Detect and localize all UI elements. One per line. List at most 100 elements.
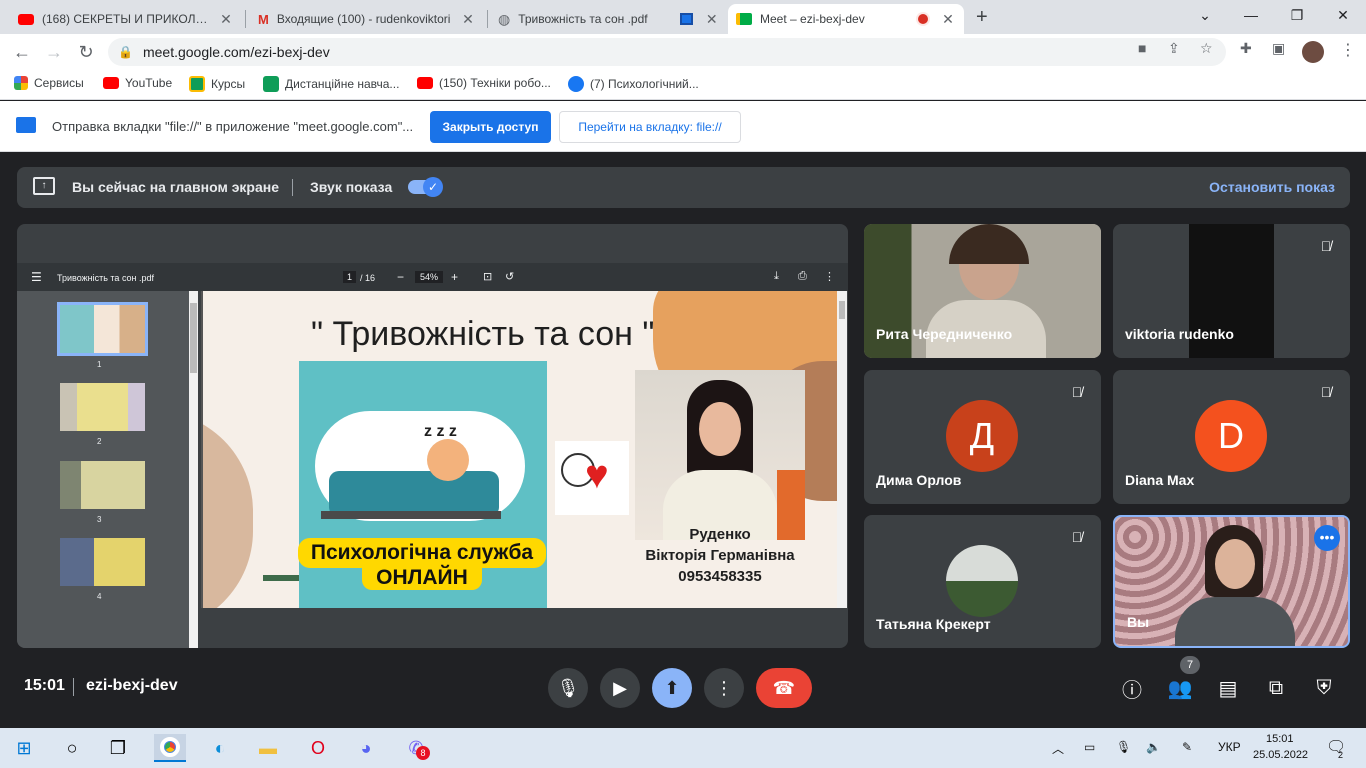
more-icon[interactable]: ⋮	[824, 270, 835, 283]
stop-sharing-button[interactable]: Закрыть доступ	[430, 111, 551, 143]
thumbnail-page[interactable]	[57, 302, 148, 356]
language-indicator[interactable]: УКР	[1218, 740, 1241, 754]
new-tab-button[interactable]: +	[976, 6, 988, 29]
page-scrollbar[interactable]	[837, 291, 847, 608]
camera-icon[interactable]: ■	[1138, 40, 1146, 56]
chat-button[interactable]: ▤	[1210, 670, 1246, 706]
mic-off-icon: 🎙̸	[1071, 529, 1083, 545]
people-button[interactable]: 👥	[1162, 670, 1198, 706]
thumbnail-page[interactable]	[60, 383, 145, 431]
close-window-button[interactable]: ✕	[1320, 0, 1366, 30]
tab-title: Тривожність та сон .pdf	[518, 12, 648, 26]
bookmark-courses[interactable]: Курсы	[189, 76, 245, 92]
menu-icon[interactable]: ☰	[31, 270, 42, 284]
rotate-icon[interactable]: ↺	[505, 270, 514, 283]
close-icon[interactable]: ✕	[940, 11, 956, 28]
participant-tile[interactable]: Рита Чередниченко	[864, 224, 1101, 358]
phone-hangup-icon: ☎	[772, 677, 796, 698]
participant-tile[interactable]: 🎙̸ Татьяна Крекерт	[864, 515, 1101, 648]
bookmark-services[interactable]: Сервисы	[14, 76, 84, 90]
more-options-icon[interactable]: •••	[1314, 525, 1340, 551]
volume-icon[interactable]: 🔈	[1146, 740, 1161, 754]
profile-avatar[interactable]	[1302, 41, 1324, 63]
tab-screen[interactable]: ✕	[672, 4, 726, 34]
file-explorer-icon[interactable]: ▬	[252, 734, 284, 762]
participant-tile-self[interactable]: ••• Вы	[1113, 515, 1350, 648]
forward-button[interactable]: →	[42, 40, 66, 64]
sidepanel-icon[interactable]: ▣	[1272, 40, 1285, 57]
host-controls-button[interactable]: ⛨	[1306, 670, 1342, 706]
activities-button[interactable]: ⧉	[1258, 670, 1294, 706]
fit-page-icon[interactable]: ⊡	[483, 270, 492, 283]
camera-button[interactable]: ▶	[600, 668, 640, 708]
address-bar[interactable]: 🔒 meet.google.com/ezi-bexj-dev	[108, 38, 1226, 66]
stop-presenting-button[interactable]: Остановить показ	[1209, 179, 1335, 195]
close-icon[interactable]: ✕	[218, 11, 234, 28]
share-icon[interactable]: ⇪	[1168, 40, 1180, 57]
reload-button[interactable]: ↻	[74, 40, 98, 64]
chevron-up-icon[interactable]: ︿	[1052, 740, 1064, 757]
opera-icon[interactable]: O	[302, 734, 334, 762]
bookmark-distance[interactable]: Дистанційне навча...	[263, 76, 399, 92]
leave-call-button[interactable]: ☎	[756, 668, 812, 708]
tab-pdf[interactable]: ◍ Тривожність та сон .pdf	[490, 4, 670, 34]
extensions-icon[interactable]: ✚	[1240, 40, 1252, 57]
microphone-button[interactable]: 🎙	[548, 668, 588, 708]
present-button[interactable]: ⬆	[652, 668, 692, 708]
viber-badge: 8	[416, 746, 430, 760]
pen-icon[interactable]: ✎	[1182, 740, 1192, 754]
globe-icon: ◍	[498, 10, 511, 27]
meeting-info-button[interactable]: ⓘ	[1114, 670, 1150, 706]
clock-date[interactable]: 25.05.2022	[1253, 749, 1308, 761]
print-icon[interactable]: ⎙	[798, 270, 807, 283]
close-icon[interactable]: ✕	[460, 11, 476, 28]
check-icon[interactable]: ✓	[423, 177, 443, 197]
thumbnail-page[interactable]	[60, 461, 145, 509]
bookmark-youtube[interactable]: YouTube	[103, 76, 172, 90]
mic-icon[interactable]: 🎙	[1116, 740, 1131, 754]
tab-youtube[interactable]: (168) СЕКРЕТЫ И ПРИКОЛЫ НО ✕	[10, 4, 242, 34]
search-icon[interactable]: ○	[56, 734, 88, 762]
participant-tile[interactable]: 🎙̸ D Diana Max	[1113, 370, 1350, 504]
windows-start-icon[interactable]: ⊞	[8, 734, 40, 762]
tab-search-icon[interactable]: ⌄	[1182, 0, 1228, 30]
pdf-page-input[interactable]: 1	[343, 271, 357, 283]
tab-meet[interactable]: Meet – ezi-bexj-dev ✕	[728, 4, 964, 34]
edge-icon[interactable]: ◐	[204, 734, 236, 762]
chrome-icon[interactable]	[154, 734, 186, 762]
lock-icon: 🔒	[118, 45, 133, 59]
thumbnail-page[interactable]	[60, 538, 145, 586]
menu-icon[interactable]: ⋮	[1340, 40, 1356, 60]
camera-icon: ▶	[613, 677, 627, 698]
close-icon[interactable]: ✕	[705, 11, 718, 28]
battery-icon[interactable]: ▭	[1084, 740, 1095, 754]
clock-time[interactable]: 15:01	[1266, 733, 1294, 745]
pdf-zoom-input[interactable]: 54%	[415, 271, 444, 283]
author-phone: 0953458335	[678, 568, 762, 585]
notifications-icon[interactable]: 🗨	[1326, 737, 1346, 757]
meeting-time: 15:01	[24, 677, 65, 694]
tab-gmail[interactable]: M Входящие (100) - rudenkoviktori ✕	[250, 4, 484, 34]
minimize-button[interactable]: —	[1228, 0, 1274, 30]
maximize-button[interactable]: ❐	[1274, 0, 1320, 30]
bookmark-psychology[interactable]: (7) Психологічний...	[568, 76, 699, 92]
author-block: Руденко Вікторія Германівна 0953458335	[635, 524, 805, 587]
zoom-in-icon[interactable]: +	[451, 270, 458, 284]
task-view-icon[interactable]: ❐	[102, 734, 134, 762]
back-button[interactable]: ←	[10, 40, 34, 64]
pdf-thumbnails: 1 2 3 4	[17, 291, 189, 648]
bookmark-techniques[interactable]: (150) Техніки робо...	[417, 76, 551, 90]
more-options-button[interactable]: ⋮	[704, 668, 744, 708]
discord-icon[interactable]: ◕	[350, 734, 382, 762]
switch-tab-button[interactable]: Перейти на вкладку: file://	[559, 111, 741, 143]
star-icon[interactable]: ☆	[1200, 40, 1213, 57]
thumbnails-scrollbar[interactable]	[189, 291, 198, 648]
slide-title: " Тривожність та сон "	[311, 315, 655, 353]
share-audio-label: Звук показа	[310, 179, 393, 195]
zoom-out-icon[interactable]: −	[397, 270, 404, 284]
pdf-page: " Тривожність та сон " z z z Психологічн…	[201, 291, 847, 608]
participant-tile[interactable]: 🎙̸ Д Дима Орлов	[864, 370, 1101, 504]
download-icon[interactable]: ⤓	[774, 270, 779, 283]
mic-icon: 🎙	[556, 677, 580, 698]
participant-tile[interactable]: 🎙̸ viktoria rudenko	[1113, 224, 1350, 358]
